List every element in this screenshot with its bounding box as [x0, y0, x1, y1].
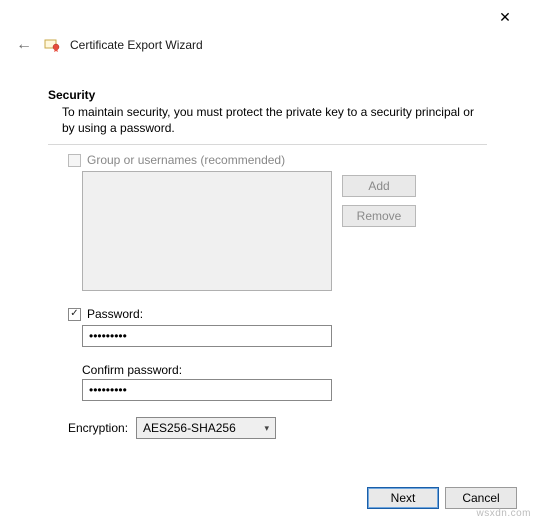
watermark: wsxdn.com	[476, 508, 531, 519]
section-heading: Security	[48, 88, 487, 102]
chevron-down-icon: ▾	[265, 423, 270, 434]
wizard-title: Certificate Export Wizard	[70, 38, 203, 52]
encryption-label: Encryption:	[68, 421, 128, 435]
wizard-header: ← Certificate Export Wizard	[0, 28, 535, 58]
divider	[48, 144, 487, 145]
cancel-button[interactable]: Cancel	[445, 487, 517, 509]
encryption-select[interactable]: AES256-SHA256 ▾	[136, 417, 276, 439]
certificate-icon	[44, 37, 60, 53]
next-button[interactable]: Next	[367, 487, 439, 509]
group-checkbox-label: Group or usernames (recommended)	[87, 153, 285, 167]
add-button[interactable]: Add	[342, 175, 416, 197]
principals-listbox[interactable]	[82, 171, 332, 291]
encryption-selected-value: AES256-SHA256	[143, 421, 236, 435]
section-description: To maintain security, you must protect t…	[48, 102, 487, 144]
password-checkbox-label: Password:	[87, 307, 143, 321]
password-checkbox[interactable]	[68, 308, 81, 321]
remove-button[interactable]: Remove	[342, 205, 416, 227]
confirm-password-label: Confirm password:	[82, 363, 487, 377]
password-input[interactable]	[82, 325, 332, 347]
confirm-password-input[interactable]	[82, 379, 332, 401]
back-arrow-icon[interactable]: ←	[16, 36, 34, 54]
group-checkbox[interactable]	[68, 154, 81, 167]
close-button[interactable]: ✕	[485, 6, 525, 30]
